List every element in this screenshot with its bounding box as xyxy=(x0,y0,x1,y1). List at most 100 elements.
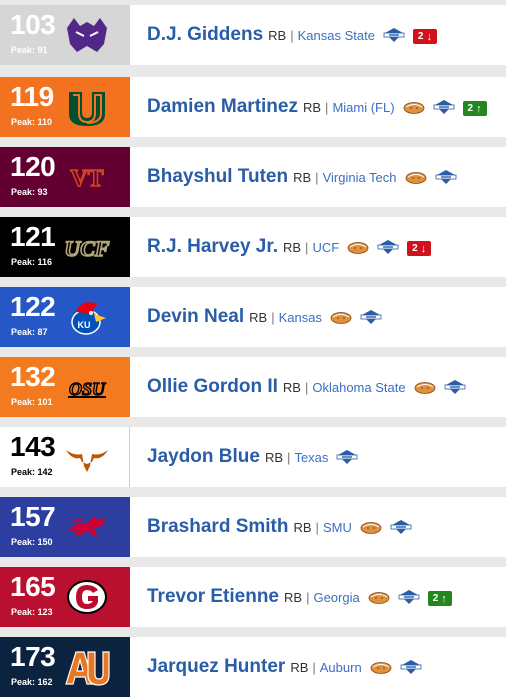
school-link[interactable]: SMU xyxy=(323,520,352,535)
player-position: RB xyxy=(293,169,312,185)
event-icons xyxy=(336,448,366,466)
player-row[interactable]: 122 Peak: 87 KU Devin Neal RB | Kansas xyxy=(0,287,506,347)
school-link[interactable]: Texas xyxy=(294,450,328,465)
school-link[interactable]: Oklahoma State xyxy=(312,380,405,395)
player-name-link[interactable]: Jaydon Blue xyxy=(147,446,260,468)
school-link[interactable]: Miami (FL) xyxy=(332,100,394,115)
player-info: Jaydon Blue RB | Texas xyxy=(147,427,506,487)
trend-value: 2 xyxy=(432,593,439,604)
combine-icon xyxy=(435,169,457,185)
player-name-link[interactable]: Trevor Etienne xyxy=(147,586,279,608)
player-name-link[interactable]: Devin Neal xyxy=(147,306,244,328)
player-name-link[interactable]: D.J. Giddens xyxy=(147,24,263,46)
player-row[interactable]: 121 Peak: 116 UCF R.J. Harvey Jr. RB | U… xyxy=(0,217,506,277)
trend-badge-up: 2 ↑ xyxy=(462,101,487,116)
combine-icon xyxy=(398,589,420,605)
player-row[interactable]: 157 Peak: 150 Brashard Smith RB | SMU xyxy=(0,497,506,557)
separator: | xyxy=(287,449,291,465)
player-row[interactable]: 132 Peak: 101 OSU Ollie Gordon II RB | O… xyxy=(0,357,506,417)
auburn-au-logo xyxy=(64,646,110,688)
senior-bowl-icon xyxy=(360,519,382,535)
school-link[interactable]: Virginia Tech xyxy=(323,170,397,185)
svg-text:VT: VT xyxy=(70,166,103,192)
rank-badge: 119 Peak: 110 xyxy=(0,77,130,137)
peak-rank: Peak: 91 xyxy=(11,45,48,55)
player-row[interactable]: 103 Peak: 91 D.J. Giddens RB | Kansas St… xyxy=(0,5,506,65)
player-position: RB xyxy=(268,27,287,43)
player-position: RB xyxy=(264,449,284,465)
rank-number: 173 xyxy=(10,641,56,672)
rank-badge: 103 Peak: 91 xyxy=(0,5,130,65)
senior-bowl-icon xyxy=(403,99,425,115)
peak-rank: Peak: 150 xyxy=(11,537,53,547)
school-link[interactable]: Auburn xyxy=(320,660,362,675)
combine-icon xyxy=(383,27,405,43)
rank-number: 103 xyxy=(10,9,56,40)
georgia-g-logo xyxy=(64,576,110,618)
trend-badge-down: 2 ↓ xyxy=(412,29,437,44)
player-row[interactable]: 165 Peak: 123 Trevor Etienne RB | Georgi… xyxy=(0,567,506,627)
school-link[interactable]: Kansas xyxy=(279,310,322,325)
senior-bowl-icon xyxy=(368,589,390,605)
kansas-jayhawk-logo: KU xyxy=(64,296,110,338)
oklahoma-state-osu-logo: OSU xyxy=(64,366,110,408)
peak-rank: Peak: 110 xyxy=(11,117,53,127)
event-icons: 2 ↑ xyxy=(368,588,452,606)
rank-badge: 132 Peak: 101 OSU xyxy=(0,357,130,417)
senior-bowl-icon xyxy=(370,659,392,675)
school-link[interactable]: Kansas State xyxy=(298,28,375,43)
separator: | xyxy=(325,99,329,115)
separator: | xyxy=(305,239,309,255)
school-link[interactable]: Georgia xyxy=(313,590,359,605)
player-name-link[interactable]: Brashard Smith xyxy=(147,516,288,538)
separator: | xyxy=(315,519,319,535)
trend-badge-up: 2 ↑ xyxy=(427,591,452,606)
combine-icon xyxy=(444,379,466,395)
rank-badge: 120 Peak: 93 VT xyxy=(0,147,130,207)
separator: | xyxy=(304,379,309,395)
event-icons: 2 ↓ xyxy=(347,238,432,256)
player-position: RB xyxy=(282,379,301,395)
svg-text:KU: KU xyxy=(78,320,91,330)
player-position: RB xyxy=(284,589,303,605)
school-link[interactable]: UCF xyxy=(312,240,339,255)
peak-rank: Peak: 123 xyxy=(11,607,53,617)
player-position: RB xyxy=(290,659,309,675)
combine-icon xyxy=(360,309,382,325)
player-name-link[interactable]: Damien Martinez xyxy=(147,96,298,118)
player-position: RB xyxy=(302,99,322,115)
event-icons xyxy=(360,518,420,536)
player-row[interactable]: 120 Peak: 93 VT Bhayshul Tuten RB | Virg… xyxy=(0,147,506,207)
combine-icon xyxy=(336,449,358,465)
trend-badge-down: 2 ↓ xyxy=(407,241,432,256)
senior-bowl-icon xyxy=(347,239,369,255)
rank-number: 143 xyxy=(10,431,56,462)
virginia-tech-vt-logo: VT xyxy=(64,156,110,198)
player-info: Brashard Smith RB | SMU xyxy=(147,497,506,557)
peak-rank: Peak: 116 xyxy=(11,257,53,267)
player-row[interactable]: 143 Peak: 142 Jaydon Blue RB | Texas xyxy=(0,427,506,487)
player-position: RB xyxy=(249,309,268,325)
event-icons: 2 ↑ xyxy=(403,98,487,116)
player-name-link[interactable]: Bhayshul Tuten xyxy=(147,166,288,188)
combine-icon xyxy=(433,99,455,115)
combine-icon xyxy=(377,239,399,255)
combine-icon xyxy=(400,659,422,675)
event-icons xyxy=(414,378,474,396)
rank-number: 122 xyxy=(10,291,56,322)
rank-number: 157 xyxy=(10,501,56,532)
peak-rank: Peak: 87 xyxy=(11,327,48,337)
player-row[interactable]: 119 Peak: 110 Damien Martinez RB | Miami… xyxy=(0,77,506,137)
trend-value: 2 xyxy=(412,243,418,254)
player-name-link[interactable]: R.J. Harvey Jr. xyxy=(147,236,278,258)
player-name-link[interactable]: Ollie Gordon II xyxy=(147,376,278,398)
player-name-link[interactable]: Jarquez Hunter xyxy=(147,656,285,678)
separator: | xyxy=(290,27,294,43)
player-row[interactable]: 173 Peak: 162 Jarquez Hunter RB | Auburn xyxy=(0,637,506,697)
miami-u-logo xyxy=(64,86,110,128)
event-icons xyxy=(370,658,430,676)
separator: | xyxy=(315,169,319,185)
combine-icon xyxy=(390,519,412,535)
ucf-logo: UCF xyxy=(64,226,110,268)
player-info: Devin Neal RB | Kansas xyxy=(147,287,506,347)
